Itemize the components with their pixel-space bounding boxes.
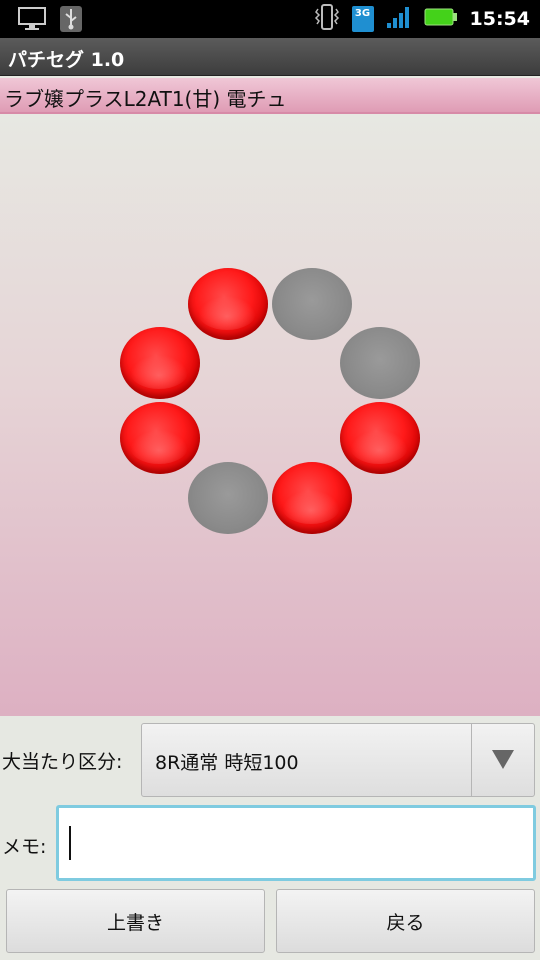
memo-label: メモ: [2,836,47,858]
lamp-1[interactable] [188,268,268,340]
lamp-2[interactable] [272,268,352,340]
app-title-bar: パチセグ 1.0 [0,38,540,76]
form-area: 大当たり区分: 8R通常 時短100 メモ: 上書き 戻る [0,716,540,960]
back-button[interactable]: 戻る [276,889,535,953]
network-3g-icon: 3G [351,6,374,32]
status-time: 15:54 [469,8,530,30]
signal-icon [386,5,412,33]
dropdown-divider [471,724,472,796]
category-dropdown[interactable]: 8R通常 時短100 [141,723,535,797]
category-label: 大当たり区分: [2,751,123,773]
usb-icon [60,6,82,36]
app-title: パチセグ 1.0 [8,49,125,71]
lamp-7[interactable] [188,462,268,534]
overwrite-button[interactable]: 上書き [6,889,265,953]
battery-icon [424,7,458,31]
status-bar: 3G 15:54 [0,0,540,38]
category-value: 8R通常 時短100 [155,752,299,774]
lamp-8[interactable] [272,462,352,534]
lamp-5[interactable] [120,402,200,474]
vibrate-icon [314,3,340,35]
lamp-3[interactable] [120,327,200,399]
chevron-down-icon[interactable] [492,750,514,769]
lamp-6[interactable] [340,402,420,474]
memo-input[interactable] [56,805,536,881]
text-cursor [69,826,71,860]
machine-banner: ラブ嬢プラスL2AT1(甘) 電チュ [0,78,540,114]
machine-name: ラブ嬢プラスL2AT1(甘) 電チュ [4,87,287,111]
lamp-display [0,114,540,716]
lamp-4[interactable] [340,327,420,399]
monitor-icon [18,7,46,35]
